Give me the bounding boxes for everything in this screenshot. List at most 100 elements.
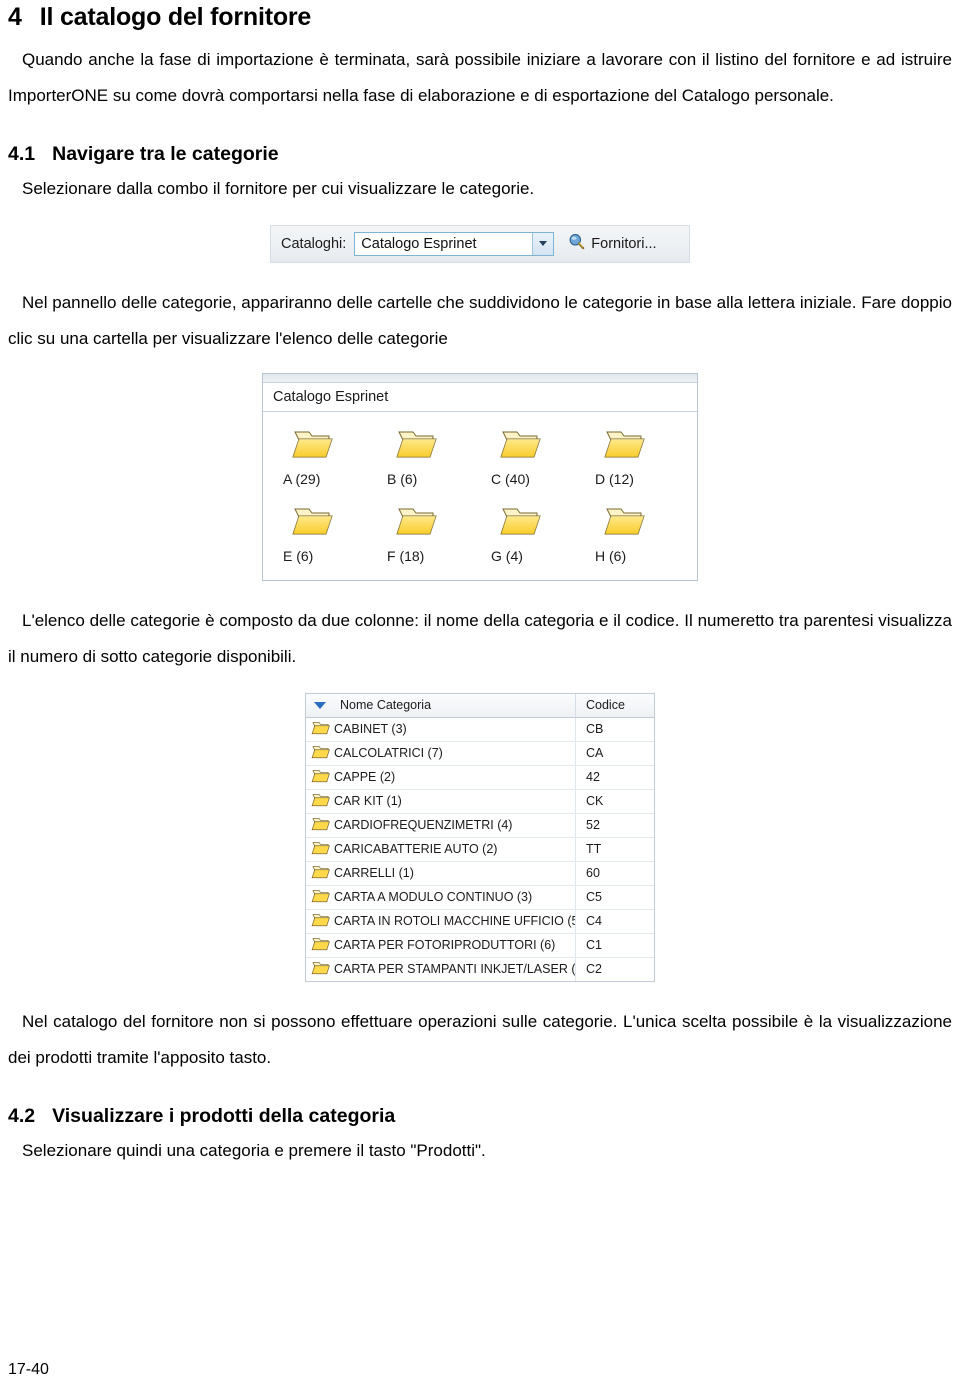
catalog-toolbar: Cataloghi: Catalogo Esprinet Fornitori.. — [270, 224, 690, 263]
folder-icon — [311, 912, 331, 931]
cell-nome-categoria-label: CAR KIT (1) — [334, 794, 402, 809]
folder-item[interactable]: C (40) — [485, 426, 589, 487]
cell-nome-categoria-label: CALCOLATRICI (7) — [334, 746, 443, 761]
column-header-codice-label: Codice — [586, 698, 625, 713]
magnifier-icon — [568, 233, 585, 254]
folder-label: A (29) — [283, 470, 321, 487]
folder-icon — [311, 792, 331, 811]
fornitori-button-label: Fornitori... — [591, 235, 657, 252]
cell-nome-categoria-label: CARICABATTERIE AUTO (2) — [334, 842, 498, 857]
folder-icon — [603, 426, 647, 467]
heading-text: Il catalogo del fornitore — [39, 3, 312, 31]
cell-nome-categoria: CARTA PER STAMPANTI INKJET/LASER (14) — [306, 957, 576, 981]
folder-icon — [311, 960, 331, 979]
grid-figure: Nome Categoria Codice CABINET (3) CB CAL… — [8, 675, 952, 982]
folder-icon — [395, 426, 439, 467]
folder-icon — [311, 744, 331, 763]
cell-codice: TT — [586, 842, 602, 857]
table-row[interactable]: CARTA PER FOTORIPRODUTTORI (6) C1 — [306, 933, 654, 958]
folder-label: G (4) — [491, 547, 523, 564]
cell-codice: CB — [586, 722, 604, 737]
cell-nome-categoria: CARICABATTERIE AUTO (2) — [306, 837, 576, 861]
cell-codice: C4 — [586, 914, 602, 929]
cell-codice: 60 — [586, 866, 600, 881]
folder-label: F (18) — [387, 547, 425, 564]
grid-header-row: Nome Categoria Codice — [306, 693, 654, 718]
chevron-down-icon[interactable] — [532, 232, 554, 255]
cell-nome-categoria: CARTA IN ROTOLI MACCHINE UFFICIO (5) — [306, 909, 576, 933]
cell-nome-categoria: CABINET (3) — [306, 717, 576, 741]
table-row[interactable]: CABINET (3) CB — [306, 717, 654, 742]
table-row[interactable]: CARTA IN ROTOLI MACCHINE UFFICIO (5) C4 — [306, 909, 654, 934]
folder-icon — [311, 720, 331, 739]
sort-descending-icon[interactable] — [314, 701, 326, 709]
heading-4-1-text: Navigare tra le categorie — [52, 142, 279, 165]
cell-codice: CK — [586, 794, 604, 809]
cell-nome-categoria-label: CARTA IN ROTOLI MACCHINE UFFICIO (5) — [334, 914, 576, 929]
folder-item[interactable]: E (6) — [277, 503, 381, 564]
table-row[interactable]: CAPPE (2) 42 — [306, 765, 654, 790]
folder-item[interactable]: G (4) — [485, 503, 589, 564]
table-row[interactable]: CALCOLATRICI (7) CA — [306, 741, 654, 766]
cell-nome-categoria: CARDIOFREQUENZIMETRI (4) — [306, 813, 576, 837]
intro-paragraph: Quando anche la fase di importazione è t… — [8, 49, 952, 105]
categories-grid: Nome Categoria Codice CABINET (3) CB CAL… — [305, 692, 655, 982]
folder-icon — [311, 816, 331, 835]
catalog-combobox[interactable]: Catalogo Esprinet — [354, 231, 555, 256]
paragraph-4-1: Selezionare dalla combo il fornitore per… — [22, 178, 535, 198]
folder-label: E (6) — [283, 547, 314, 564]
folder-item[interactable]: B (6) — [381, 426, 485, 487]
cell-nome-categoria-label: CARTA A MODULO CONTINUO (3) — [334, 890, 533, 905]
cell-codice: CA — [586, 746, 604, 761]
heading-4-2: 4.2 Visualizzare i prodotti della catego… — [8, 1104, 952, 1127]
cell-codice: C2 — [586, 962, 602, 977]
folder-icon — [311, 888, 331, 907]
folder-row: E (6) F (18) G (4) H (6) — [263, 503, 697, 564]
folder-item[interactable]: D (12) — [589, 426, 693, 487]
folder-label: C (40) — [491, 470, 530, 487]
folders-panel-body: A (29) B (6) C (40) D (12) E (6) F (18) … — [263, 411, 697, 580]
cell-codice: 52 — [586, 818, 600, 833]
cell-nome-categoria-label: CABINET (3) — [334, 722, 407, 737]
page-title: 4 Il catalogo del fornitore — [8, 3, 952, 32]
folder-icon — [499, 503, 543, 544]
cell-nome-categoria: CAR KIT (1) — [306, 789, 576, 813]
cell-codice: C1 — [586, 938, 602, 953]
cell-nome-categoria-label: CARTA PER STAMPANTI INKJET/LASER (14) — [334, 962, 576, 977]
document-page: 4 Il catalogo del fornitore Quando anche… — [0, 0, 960, 1397]
table-row[interactable]: CARICABATTERIE AUTO (2) TT — [306, 837, 654, 862]
table-row[interactable]: CAR KIT (1) CK — [306, 789, 654, 814]
cell-nome-categoria: CARTA A MODULO CONTINUO (3) — [306, 885, 576, 909]
column-header-nome-categoria[interactable]: Nome Categoria — [306, 693, 576, 717]
cell-nome-categoria-label: CARRELLI (1) — [334, 866, 414, 881]
folder-label: D (12) — [595, 470, 634, 487]
fornitori-button[interactable]: Fornitori... — [568, 233, 657, 254]
table-row[interactable]: CARRELLI (1) 60 — [306, 861, 654, 886]
chevron-down-glyph — [539, 241, 548, 247]
cell-nome-categoria: CALCOLATRICI (7) — [306, 741, 576, 765]
table-row[interactable]: CARTA A MODULO CONTINUO (3) C5 — [306, 885, 654, 910]
cell-nome-categoria-label: CARDIOFREQUENZIMETRI (4) — [334, 818, 513, 833]
folder-icon — [311, 840, 331, 859]
folder-item[interactable]: F (18) — [381, 503, 485, 564]
column-header-codice[interactable]: Codice — [576, 698, 654, 712]
folder-item[interactable]: H (6) — [589, 503, 693, 564]
heading-4-2-number: 4.2 — [8, 1104, 36, 1127]
cell-nome-categoria: CAPPE (2) — [306, 765, 576, 789]
paragraph-grid: L'elenco delle categorie è composto da d… — [8, 610, 952, 666]
paragraph-folders: Nel pannello delle categorie, apparirann… — [8, 292, 952, 348]
folders-panel-title: Catalogo Esprinet — [263, 382, 697, 412]
heading-4-1: 4.1 Navigare tra le categorie — [8, 142, 952, 165]
folder-item[interactable]: A (29) — [277, 426, 381, 487]
paragraph-4-2: Selezionare quindi una categoria e preme… — [22, 1141, 486, 1161]
heading-4-2-text: Visualizzare i prodotti della categoria — [52, 1104, 396, 1127]
table-row[interactable]: CARTA PER STAMPANTI INKJET/LASER (14) C2 — [306, 957, 654, 981]
cell-nome-categoria-label: CAPPE (2) — [334, 770, 396, 785]
table-row[interactable]: CARDIOFREQUENZIMETRI (4) 52 — [306, 813, 654, 838]
folder-icon — [311, 864, 331, 883]
combo-figure: Cataloghi: Catalogo Esprinet Fornitori.. — [8, 207, 952, 263]
cataloghi-label: Cataloghi: — [281, 235, 347, 252]
folders-figure: Catalogo Esprinet A (29) B (6) C (40) D … — [8, 357, 952, 581]
folder-icon — [603, 503, 647, 544]
folder-icon — [311, 936, 331, 955]
